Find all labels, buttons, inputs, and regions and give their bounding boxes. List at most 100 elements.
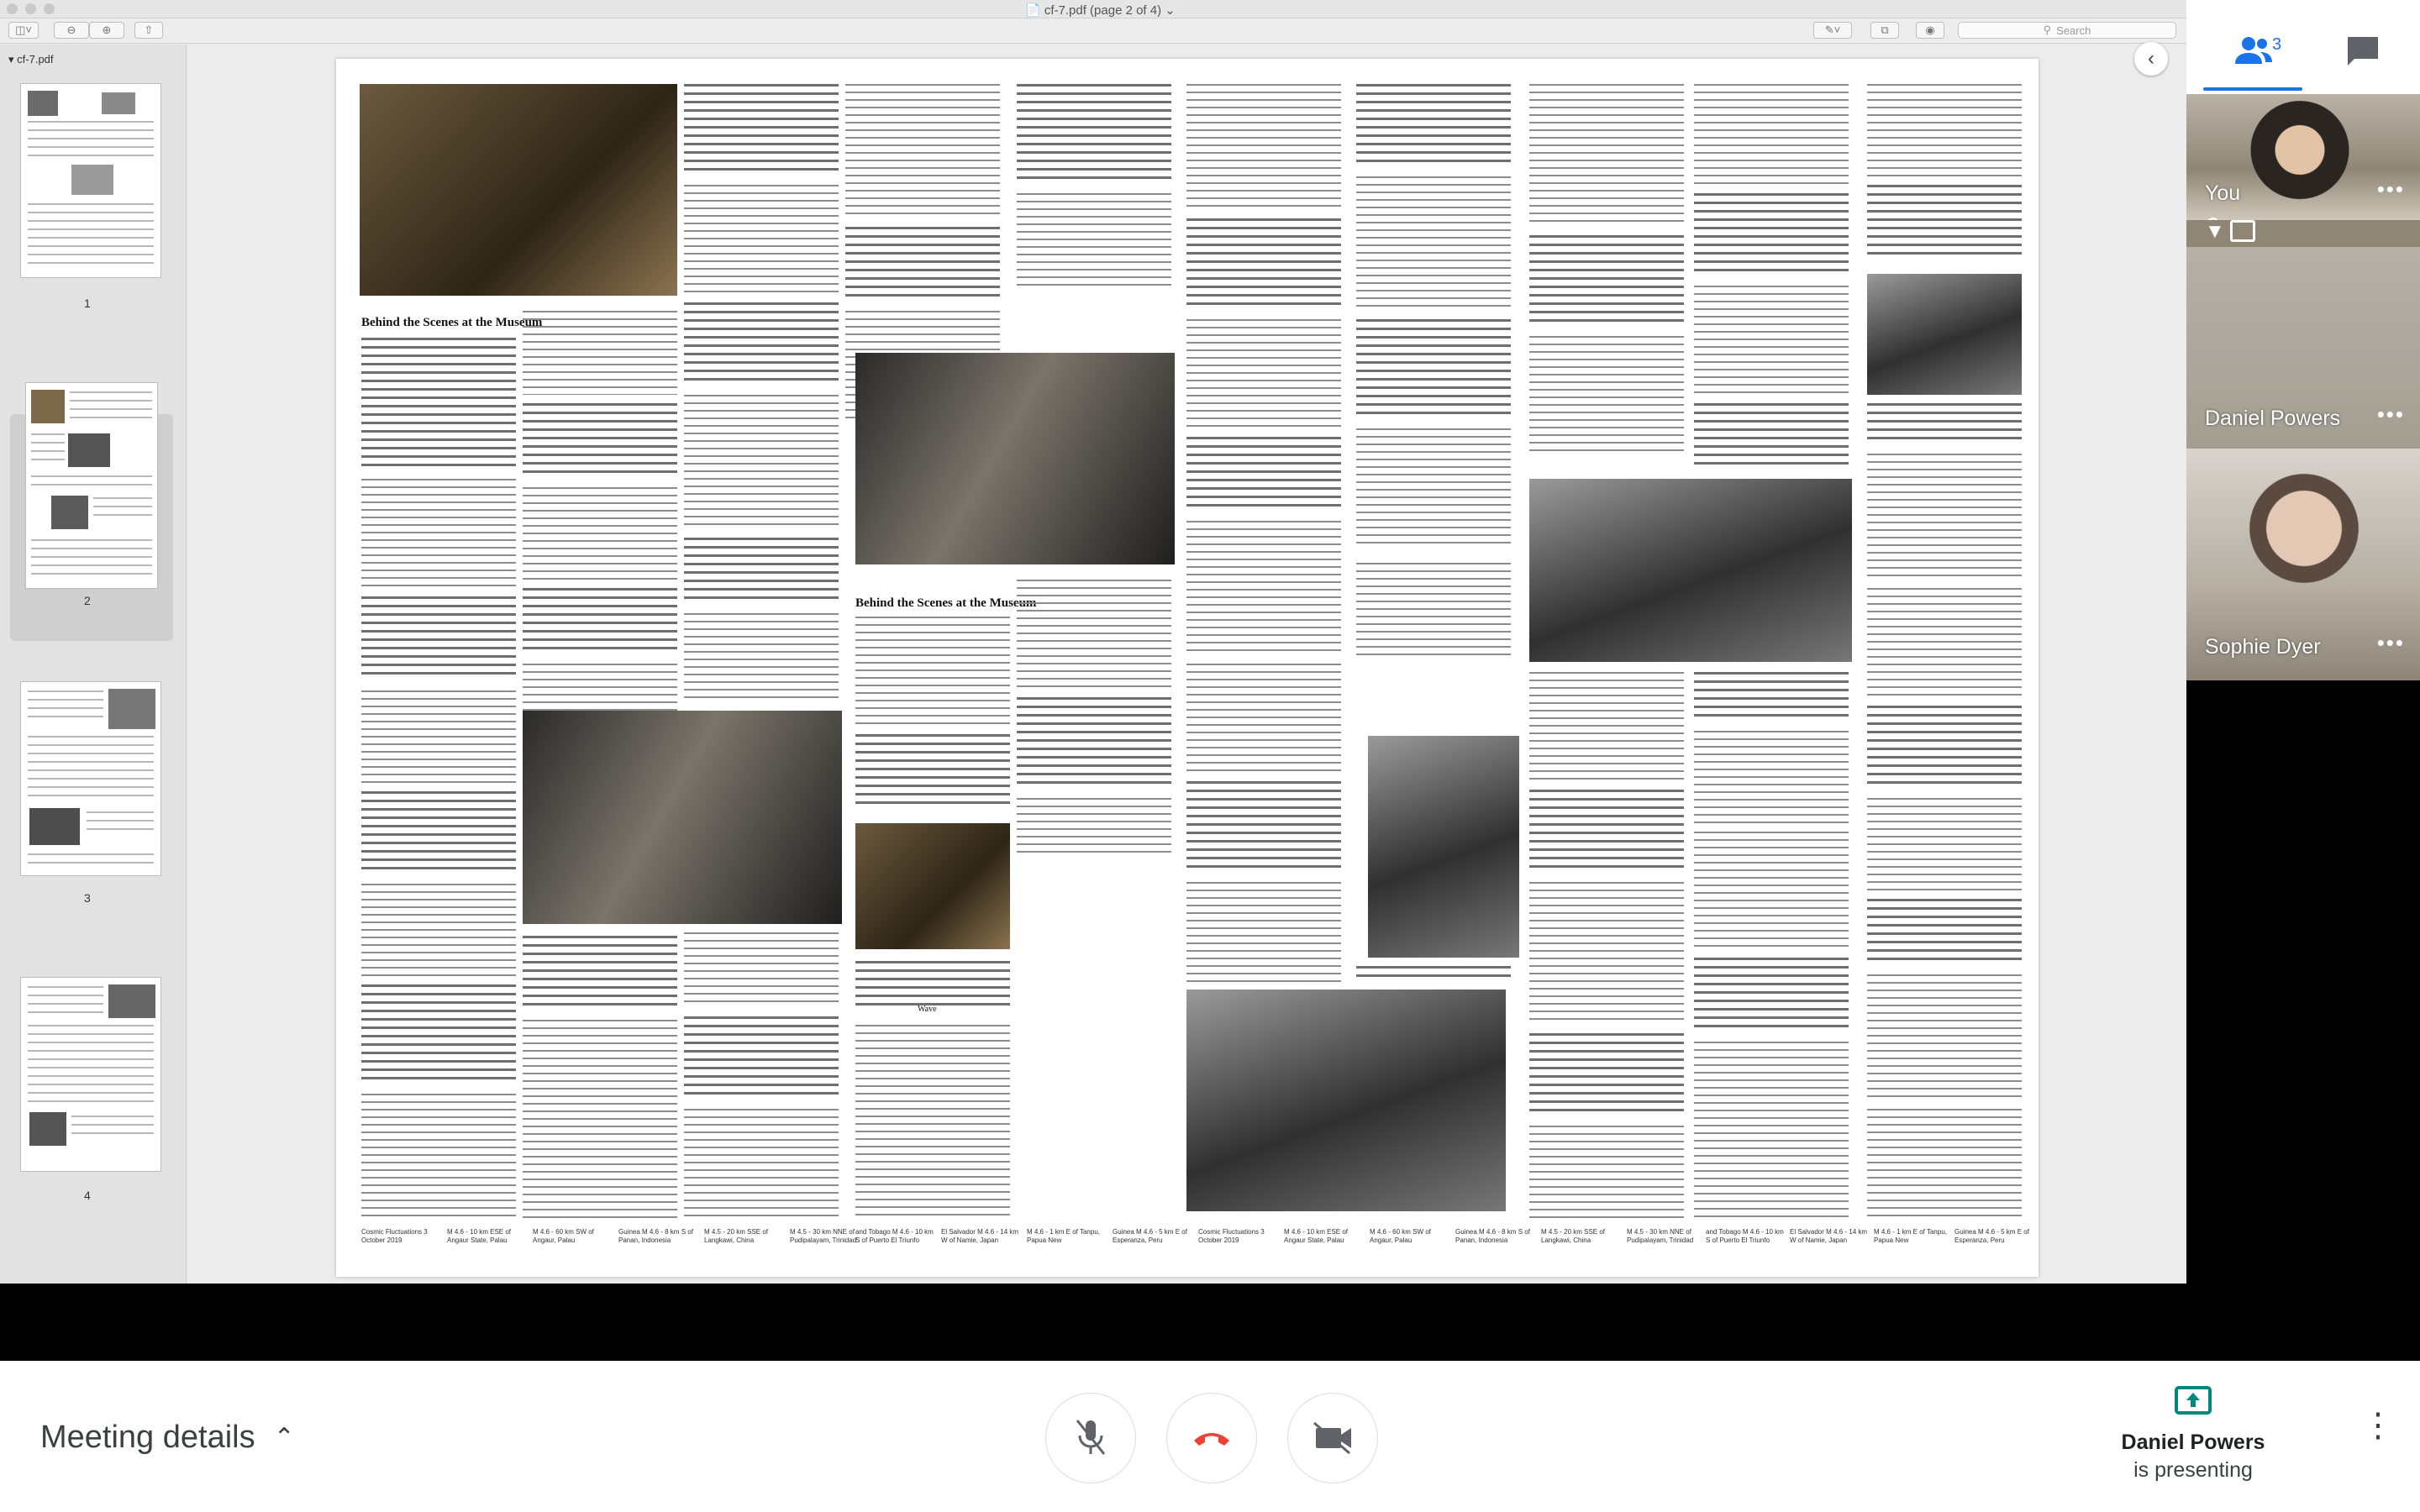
- thumbnail-label: 1: [84, 297, 91, 310]
- section-label: Wave: [918, 1005, 937, 1014]
- footer-item: Guinea M 4.6 - 8 km S of Panan, Indonesi…: [618, 1228, 693, 1244]
- zoom-out-button[interactable]: ⊖: [54, 22, 89, 39]
- presenter-status: is presenting: [2133, 1458, 2253, 1482]
- gallery-photo: [523, 711, 842, 924]
- sidebar-filename[interactable]: ▾ cf-7.pdf: [8, 53, 54, 66]
- zoom-in-button[interactable]: ⊕: [89, 22, 124, 39]
- street-photo: [1529, 479, 1852, 662]
- hang-up-icon: [1194, 1433, 1229, 1446]
- rotate-button[interactable]: ⧉: [1870, 22, 1899, 39]
- annotate-icon: ◉: [1925, 24, 1935, 36]
- panel-tabs: 3: [2186, 0, 2420, 94]
- sidebar-toggle-button[interactable]: ◫˅: [8, 22, 39, 39]
- pin-icon[interactable]: ⚲: [2205, 213, 2221, 220]
- search-icon: ⚲: [2043, 24, 2052, 36]
- zoom-window-button[interactable]: [44, 3, 55, 14]
- participant-tile-you[interactable]: You ••• ⚲: [2186, 94, 2420, 220]
- more-options-icon[interactable]: •••: [2377, 176, 2405, 202]
- active-tab-indicator: [2203, 87, 2302, 91]
- participant-name: Daniel Powers: [2205, 407, 2341, 430]
- footer-item: M 4.6 - 10 km ESE of Angaur State, Palau: [447, 1228, 512, 1244]
- participant-tile-daniel-powers[interactable]: Daniel Powers •••: [2186, 247, 2420, 449]
- collapse-panel-button[interactable]: ‹: [2134, 42, 2168, 76]
- document-title: 📄 cf-7.pdf (page 2 of 4) ⌄: [1025, 3, 1176, 18]
- protest-photo: [1186, 990, 1506, 1211]
- exhibit-photo: [855, 353, 1175, 564]
- document-icon: 📄: [1025, 3, 1041, 18]
- viewer-titlebar: 📄 cf-7.pdf (page 2 of 4) ⌄: [0, 0, 2186, 18]
- chat-icon: [2348, 37, 2378, 66]
- thumbnail-sidebar: ▾ cf-7.pdf 1 2 3 4: [0, 45, 187, 1284]
- microphone-off-icon: [1076, 1420, 1106, 1455]
- article-headline-secondary: Behind the Scenes at the Museum: [855, 596, 1037, 610]
- tab-people[interactable]: 3: [2203, 17, 2304, 84]
- vertical-dots-icon: ⋮: [2361, 1407, 2395, 1444]
- more-options-icon[interactable]: •••: [2377, 630, 2405, 656]
- footer-item: M 4.5 - 20 km SSE of Langkawi, China: [1541, 1228, 1606, 1244]
- footer-item: El Salvador M 4.6 - 14 km W of Namie, Ja…: [941, 1228, 1019, 1244]
- chevron-up-icon: ⌃: [273, 1424, 295, 1452]
- participant-name: You: [2205, 181, 2241, 205]
- footer-item: El Salvador M 4.6 - 14 km W of Namie, Ja…: [1790, 1228, 1868, 1244]
- thumbnail-page-2[interactable]: [25, 382, 158, 589]
- footer-item: Guinea M 4.6 - 5 km E of Esperanza, Peru: [1113, 1228, 1187, 1244]
- minimize-window-button[interactable]: [25, 3, 36, 14]
- footer-item: Cosmic Fluctuations 3 October 2019: [361, 1228, 428, 1244]
- thumbnail-page-1[interactable]: [20, 83, 161, 278]
- shared-screen: 📄 cf-7.pdf (page 2 of 4) ⌄ ◫˅ ⊖ ⊕ ⇧ ✎˅ ⧉: [0, 0, 2186, 1284]
- more-options-icon[interactable]: •••: [2377, 402, 2405, 428]
- pin-icon[interactable]: ▼: [2205, 220, 2225, 244]
- meeting-controls-bar: Meeting details ⌃ Daniel Powers is prese…: [0, 1361, 2420, 1512]
- close-window-button[interactable]: [7, 3, 18, 14]
- camera-off-icon: [1313, 1421, 1351, 1455]
- zoom-in-icon: ⊕: [102, 24, 112, 36]
- rotate-icon: ⧉: [1881, 24, 1889, 36]
- thumbnail-label: 3: [84, 891, 91, 905]
- presenter-indicator[interactable]: Daniel Powers is presenting: [2118, 1384, 2269, 1483]
- museum-photo: [360, 84, 677, 296]
- thumbnail-page-3[interactable]: [20, 681, 161, 876]
- footer-item: and Tobago M 4.6 - 10 km S of Puerto El …: [1706, 1228, 1784, 1244]
- present-to-all-icon: [2230, 220, 2255, 242]
- thumbnail-page-4[interactable]: [20, 977, 161, 1172]
- avatar: [2245, 101, 2354, 210]
- avatar: [2237, 457, 2371, 600]
- markup-button[interactable]: ✎˅: [1813, 22, 1852, 39]
- disclosure-triangle-icon: ▾: [8, 53, 14, 66]
- footer-item: M 4.6 - 1 km E of Tanpu, Papua New: [1874, 1228, 1948, 1244]
- footer-item: Guinea M 4.6 - 8 km S of Panan, Indonesi…: [1455, 1228, 1530, 1244]
- chevron-down-icon[interactable]: ⌄: [1165, 3, 1176, 18]
- stage-letterbox: [0, 1284, 2420, 1361]
- sidebar-icon: ◫˅: [15, 24, 32, 36]
- share-icon: ⇧: [144, 24, 154, 36]
- participant-count-badge: 3: [2272, 35, 2282, 54]
- participant-name: Sophie Dyer: [2205, 635, 2321, 659]
- zoom-out-icon: ⊖: [66, 24, 76, 36]
- article-headline: Behind the Scenes at the Museum: [361, 316, 543, 329]
- participants-panel: 3 You ••• ⚲ ▼ Daniel Powers ••• Sophi: [2186, 0, 2420, 680]
- panel-empty-area: [2186, 680, 2420, 1284]
- meet-window: 📄 cf-7.pdf (page 2 of 4) ⌄ ◫˅ ⊖ ⊕ ⇧ ✎˅ ⧉: [0, 0, 2420, 1512]
- footer-item: M 4.6 - 60 km SW of Angaur, Palau: [1370, 1228, 1431, 1244]
- footer-item: Cosmic Fluctuations 3 October 2019: [1198, 1228, 1265, 1244]
- microphone-toggle-button[interactable]: [1045, 1393, 1136, 1483]
- artifact-photo: [855, 823, 1010, 949]
- more-options-button[interactable]: ⋮: [2361, 1409, 2395, 1442]
- presenter-name: Daniel Powers: [2121, 1431, 2265, 1454]
- pen-icon: ✎˅: [1824, 24, 1841, 36]
- share-button[interactable]: ⇧: [134, 22, 163, 39]
- participant-tile-sophie-dyer[interactable]: Sophie Dyer •••: [2186, 449, 2420, 680]
- end-call-button[interactable]: [1166, 1393, 1257, 1483]
- camera-toggle-button[interactable]: [1287, 1393, 1378, 1483]
- tab-chat[interactable]: [2312, 17, 2413, 84]
- footer-item: Guinea M 4.6 - 5 km E of Esperanza, Peru: [1954, 1228, 2029, 1244]
- search-input[interactable]: ⚲ Search: [1958, 22, 2176, 39]
- thumbnail-label: 2: [84, 594, 91, 607]
- meeting-details-button[interactable]: Meeting details ⌃: [40, 1420, 295, 1456]
- pdf-page[interactable]: Behind the Scenes at the Museum Behind t…: [336, 59, 2039, 1277]
- footer-item: M 4.6 - 10 km ESE of Angaur State, Palau: [1284, 1228, 1349, 1244]
- annotate-button[interactable]: ◉: [1916, 22, 1944, 39]
- chevron-left-icon: ‹: [2148, 47, 2154, 70]
- footer-item: M 4.6 - 1 km E of Tanpu, Papua New: [1027, 1228, 1101, 1244]
- footer-item: and Tobago M 4.6 - 10 km S of Puerto El …: [855, 1228, 934, 1244]
